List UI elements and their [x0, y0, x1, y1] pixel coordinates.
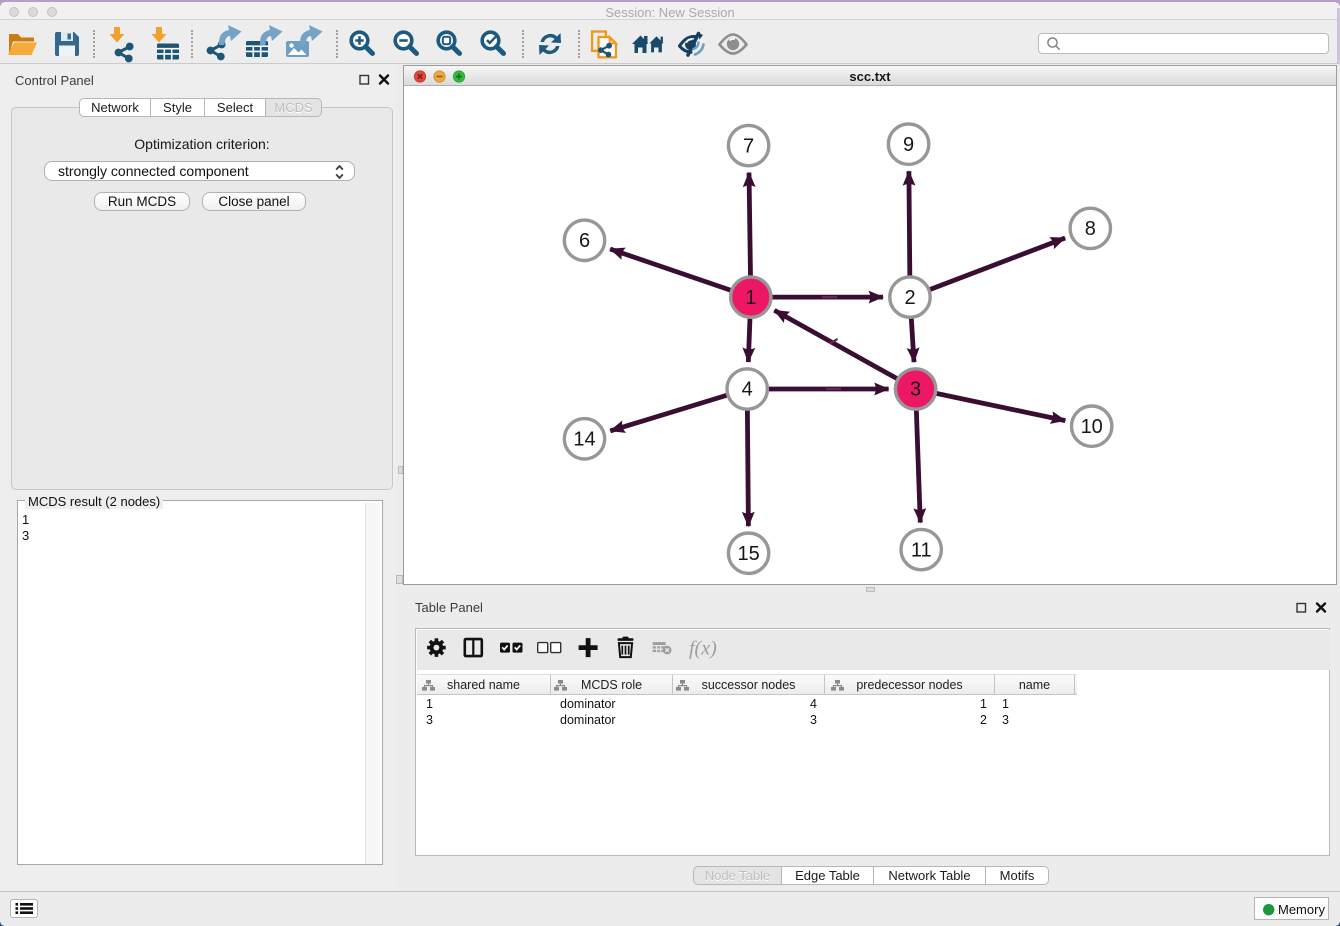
svg-text:1: 1 — [745, 287, 756, 309]
svg-text:7: 7 — [743, 135, 754, 157]
svg-text:11: 11 — [911, 539, 932, 561]
svg-text:3: 3 — [910, 379, 921, 401]
svg-text:f(x): f(x) — [689, 638, 717, 660]
svg-text:8: 8 — [1085, 218, 1096, 240]
svg-text:9: 9 — [903, 134, 914, 156]
svg-text:15: 15 — [737, 543, 759, 565]
svg-text:2: 2 — [904, 287, 915, 309]
svg-text:14: 14 — [573, 429, 595, 451]
svg-text:6: 6 — [579, 230, 590, 252]
svg-text:10: 10 — [1081, 416, 1103, 438]
svg-text:4: 4 — [742, 379, 753, 401]
